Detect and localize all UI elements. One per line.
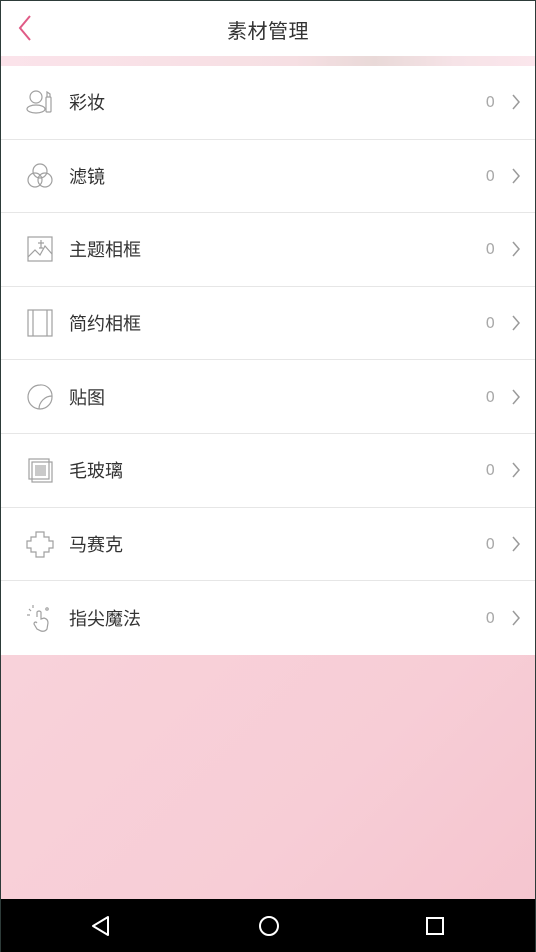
list-item-sticker[interactable]: 贴图 0 [1, 360, 535, 434]
list-item-label: 滤镜 [69, 166, 105, 188]
theme-frame-icon [25, 234, 55, 264]
chevron-right-icon [509, 534, 523, 554]
frosted-glass-icon [25, 455, 55, 485]
list-item-simple-frame[interactable]: 简约相框 0 [1, 286, 535, 361]
list-item-count: 0 [485, 314, 495, 333]
list-item-count: 0 [485, 608, 495, 627]
chevron-right-icon [509, 239, 523, 259]
list-item-label: 指尖魔法 [69, 608, 141, 630]
sticker-icon [25, 382, 55, 412]
chevron-right-icon [509, 387, 523, 407]
list-item-filter[interactable]: 滤镜 0 [1, 139, 535, 214]
simple-frame-icon [25, 308, 55, 338]
list-item-count: 0 [485, 93, 495, 112]
chevron-right-icon [509, 313, 523, 333]
chevron-right-icon [509, 460, 523, 480]
filter-icon [25, 161, 55, 191]
list-item-count: 0 [485, 534, 495, 553]
list-item-count: 0 [485, 461, 495, 480]
list-item-count: 0 [485, 240, 495, 259]
list-item-label: 简约相框 [69, 314, 141, 336]
list-item-theme-frame[interactable]: 主题相框 0 [1, 213, 535, 287]
list-item-fingertip-magic[interactable]: 指尖魔法 0 [1, 581, 535, 655]
list-item-frosted-glass[interactable]: 毛玻璃 0 [1, 433, 535, 508]
list-item-label: 主题相框 [69, 240, 141, 262]
screen: 素材管理 彩妆 0 滤镜 0 主题相框 0 简约相框 0 贴图 0 毛玻璃 0 … [0, 0, 536, 952]
mosaic-icon [25, 529, 55, 559]
fingertip-magic-icon [25, 603, 55, 633]
chevron-right-icon [509, 166, 523, 186]
makeup-icon [25, 87, 55, 117]
header-divider [1, 56, 535, 66]
chevron-right-icon [509, 92, 523, 112]
circle-home-icon [259, 916, 279, 936]
nav-back-button[interactable] [81, 909, 121, 943]
list-item-count: 0 [485, 387, 495, 406]
list-item-label: 贴图 [69, 387, 105, 409]
material-list: 彩妆 0 滤镜 0 主题相框 0 简约相框 0 贴图 0 毛玻璃 0 马赛克 0… [1, 66, 535, 655]
system-navbar [1, 899, 535, 952]
list-item-label: 马赛克 [69, 534, 123, 556]
empty-background [1, 655, 535, 899]
nav-recents-button[interactable] [415, 909, 455, 943]
list-item-makeup[interactable]: 彩妆 0 [1, 66, 535, 140]
list-item-label: 毛玻璃 [69, 461, 123, 483]
triangle-back-icon [92, 916, 109, 936]
square-recents-icon [426, 917, 444, 935]
list-item-label: 彩妆 [69, 93, 105, 115]
nav-home-button[interactable] [249, 909, 289, 943]
page-title: 素材管理 [227, 19, 309, 43]
list-item-mosaic[interactable]: 马赛克 0 [1, 507, 535, 582]
header: 素材管理 [1, 1, 535, 56]
chevron-right-icon [509, 608, 523, 628]
list-item-count: 0 [485, 166, 495, 185]
